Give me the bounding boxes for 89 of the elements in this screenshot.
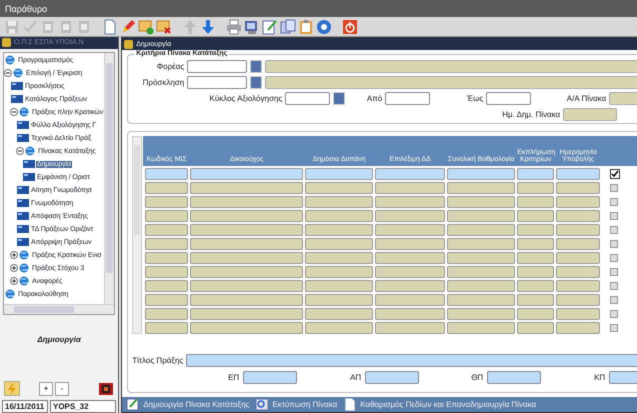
field-label: Φορέας: [156, 62, 184, 71]
table-add-icon[interactable]: [138, 18, 154, 34]
checkbox[interactable]: [610, 198, 618, 206]
field-label: Έως: [466, 94, 484, 103]
expander-icon[interactable]: [16, 147, 24, 156]
app-logo-icon: [124, 40, 134, 48]
down-arrow-icon[interactable]: [200, 18, 216, 34]
checkbox[interactable]: [610, 226, 618, 234]
checkbox[interactable]: [610, 268, 618, 276]
input-field[interactable]: [285, 92, 330, 105]
date-field: 16/11/2011: [2, 400, 48, 413]
lookup-button[interactable]: [250, 60, 262, 73]
globe-icon: [19, 276, 30, 286]
clipboard-icon[interactable]: [298, 18, 314, 34]
globe-icon: [25, 146, 36, 156]
globe-icon: [19, 250, 30, 260]
field-label: Κύκλος Αξιολόγησης: [208, 94, 282, 103]
form-icon: [17, 212, 29, 220]
form-icon: [17, 225, 29, 234]
field-label: Ημ. Δημ. Πίνακα: [501, 110, 560, 119]
field-label: Πρόσκληση: [142, 78, 184, 87]
globe-icon: [19, 107, 30, 118]
input-field[interactable]: [487, 371, 542, 384]
checkbox[interactable]: [610, 212, 618, 220]
field-label: Από: [366, 94, 382, 103]
create-button[interactable]: Δημιουργία Πίνακα Κατάταξης: [126, 398, 250, 411]
current-item-label: Δημιουργία: [36, 335, 82, 344]
exit-icon[interactable]: [98, 382, 114, 396]
field-label: ΑΠ: [349, 373, 362, 382]
form-icon: [11, 95, 23, 104]
field-label: ΘΠ: [470, 373, 484, 382]
input-field[interactable]: [187, 60, 248, 73]
checkbox[interactable]: [610, 254, 618, 262]
field-label: ΚΠ: [593, 373, 606, 382]
expander-icon[interactable]: [10, 108, 18, 116]
checkbox[interactable]: [610, 184, 618, 192]
power-icon[interactable]: [342, 18, 358, 34]
scrollbar[interactable]: [104, 52, 114, 304]
form-icon: [17, 121, 29, 130]
collapse-button[interactable]: -: [55, 382, 69, 396]
expand-button[interactable]: +: [39, 382, 53, 396]
app-logo-icon: [2, 38, 11, 48]
form-icon: [11, 82, 23, 90]
lookup-button[interactable]: [333, 92, 346, 105]
globe-icon: [5, 55, 16, 66]
checkbox[interactable]: [610, 240, 618, 248]
checkbox[interactable]: [610, 310, 618, 318]
pencil-icon[interactable]: [120, 18, 136, 34]
field-label: ΕΠ: [227, 373, 240, 382]
form-icon: [23, 173, 35, 182]
field-label: Τίτλος Πράξης: [132, 356, 184, 365]
document-edit-icon[interactable]: [262, 18, 278, 34]
globe-icon: [13, 68, 24, 78]
expander-icon[interactable]: [10, 251, 18, 260]
input-field[interactable]: [186, 354, 637, 367]
readonly-field: [563, 108, 618, 121]
input-field[interactable]: [385, 92, 430, 105]
input-field[interactable]: [243, 371, 298, 384]
input-field[interactable]: [187, 76, 248, 89]
expander-icon[interactable]: [4, 69, 12, 78]
form-icon: [23, 160, 35, 168]
print-button[interactable]: Εκτύπωση Πίνακα: [255, 398, 338, 411]
form-icon: [17, 134, 29, 142]
scrollbar[interactable]: [132, 136, 142, 334]
globe-icon: [19, 263, 30, 274]
window-title: Παράθυρο: [5, 4, 48, 14]
field-label: Α/Α Πίνακα: [566, 94, 606, 103]
expander-icon[interactable]: [10, 277, 18, 286]
lightning-icon[interactable]: [4, 381, 20, 396]
user-field: YOPS_32: [50, 400, 116, 413]
checkbox[interactable]: [610, 168, 620, 178]
checkbox[interactable]: [610, 296, 618, 304]
checkbox[interactable]: [610, 324, 618, 332]
documents-icon[interactable]: [280, 18, 296, 34]
magnifier-icon: [255, 398, 268, 411]
input-field[interactable]: [365, 371, 420, 384]
checkbox[interactable]: [610, 282, 618, 290]
form-icon: [17, 199, 29, 208]
scrollbar[interactable]: [4, 304, 114, 314]
printer-icon[interactable]: [226, 18, 242, 34]
form-icon: [17, 238, 29, 246]
form-icon: [17, 186, 29, 194]
input-field[interactable]: [486, 92, 532, 105]
clear-button[interactable]: Καθαρισμός Πεδίων και Επαναδημιουργία Πίνακα: [343, 398, 536, 411]
globe-icon: [5, 289, 16, 300]
table-delete-icon[interactable]: [156, 18, 172, 34]
monitor-icon[interactable]: [244, 18, 260, 34]
lookup-button[interactable]: [250, 76, 262, 89]
expander-icon[interactable]: [10, 264, 18, 272]
